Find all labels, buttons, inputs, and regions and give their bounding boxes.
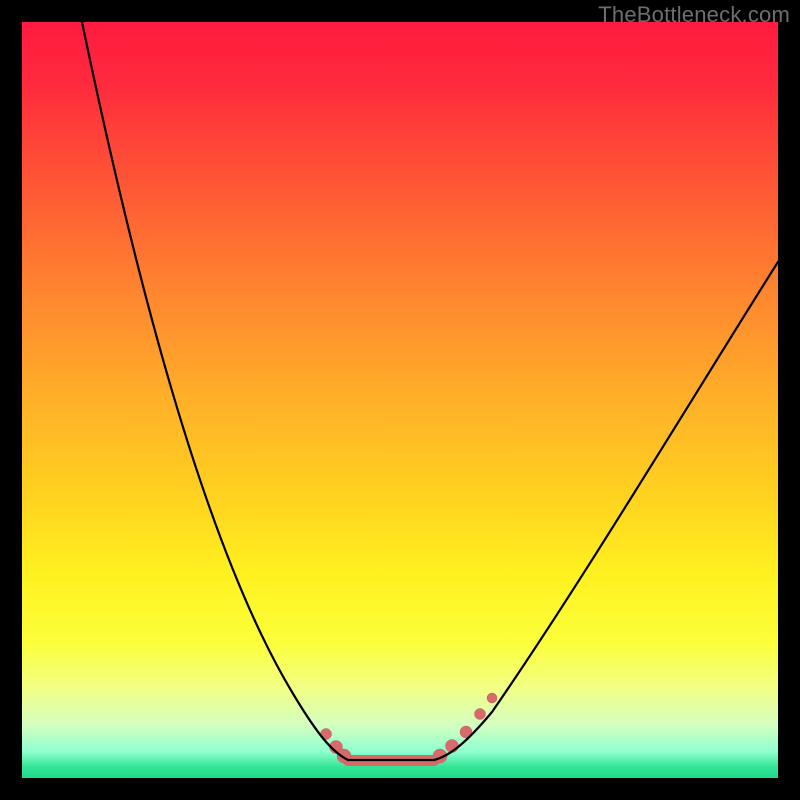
chart-overlay: [22, 22, 778, 778]
curve-group: [82, 22, 778, 760]
bottleneck-curve-segment: [82, 22, 348, 760]
plot-area: [22, 22, 778, 778]
marker-dot: [475, 709, 486, 720]
marker-group: [321, 693, 498, 763]
watermark-text: TheBottleneck.com: [598, 2, 790, 28]
bottleneck-curve-segment: [434, 262, 778, 760]
marker-dot: [487, 693, 497, 703]
outer-frame: TheBottleneck.com: [0, 0, 800, 800]
